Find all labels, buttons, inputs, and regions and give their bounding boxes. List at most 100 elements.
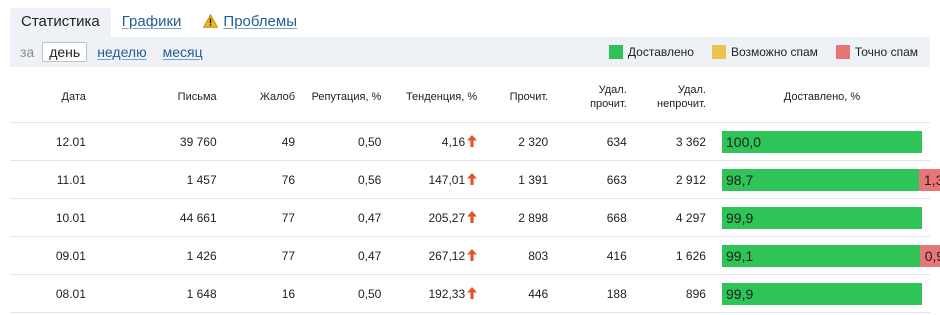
cell-complaints: 77 — [224, 236, 304, 275]
cell-read-value: 1 391 — [518, 172, 549, 187]
cell-deleted-unread-value: 2 912 — [675, 172, 706, 187]
arrow-up-icon — [467, 134, 478, 147]
cell-deleted-unread: 896 — [634, 274, 714, 313]
cell-complaints: 16 — [224, 274, 304, 313]
col-header-date: Дата — [10, 72, 94, 123]
legend-swatch-yellow — [711, 45, 726, 59]
delivered-segment: 98,7 — [722, 168, 920, 191]
cell-read: 1 391 — [485, 160, 557, 199]
cell-deleted-unread-value: 3 362 — [675, 134, 706, 149]
legend-item-spam: Точно спам — [835, 45, 918, 59]
table-header-row: Дата Письма Жалоб Репутация, % Тенденция… — [10, 72, 930, 123]
period-day-button[interactable]: день — [42, 42, 88, 62]
period-month-link[interactable]: месяц — [163, 44, 203, 60]
cell-trend-value: 4,16 — [441, 134, 466, 149]
cell-letters-value: 39 760 — [179, 134, 217, 149]
cell-complaints: 77 — [224, 198, 304, 237]
cell-read: 2 898 — [485, 198, 557, 237]
table-body: 12.01 39 760 49 0,50 4,16 2 320 634 3 362 100,0 1… — [10, 122, 940, 313]
cell-deleted-read-value: 188 — [606, 286, 627, 301]
arrow-up-icon — [467, 172, 478, 185]
col-header-deleted-unread: Удал. непрочит. — [634, 72, 714, 123]
delivered-segment: 99,9 — [722, 282, 922, 305]
stats-table: Дата Письма Жалоб Репутация, % Тенденция… — [10, 72, 940, 313]
cell-reputation: 0,56 — [303, 160, 390, 199]
period-week-link[interactable]: неделю — [97, 44, 146, 60]
period-prefix: за — [20, 44, 35, 60]
legend-label: Доставлено — [627, 45, 694, 59]
cell-letters-value: 1 648 — [186, 286, 217, 301]
table-row: 09.01 1 426 77 0,47 267,12 803 416 1 626 99,10,9 — [10, 236, 940, 275]
delivered-segment: 100,0 — [722, 130, 922, 153]
tab-problems[interactable]: Проблемы — [192, 8, 308, 37]
legend: Доставлено Возможно спам Точно спам — [591, 45, 930, 59]
cell-read-value: 446 — [528, 286, 549, 301]
cell-reputation-value: 0,47 — [357, 248, 382, 263]
col-header-trend: Тенденция, % — [389, 72, 486, 123]
cell-read-value: 803 — [528, 248, 549, 263]
cell-complaints-value: 76 — [281, 172, 296, 187]
cell-read-value: 2 320 — [518, 134, 549, 149]
cell-deleted-read: 188 — [556, 274, 635, 313]
cell-reputation-value: 0,50 — [357, 134, 382, 149]
delivered-segment: 99,1 — [722, 244, 921, 267]
cell-deleted-read: 663 — [556, 160, 635, 199]
legend-item-delivered: Доставлено — [608, 45, 694, 59]
arrow-up-icon — [467, 248, 478, 261]
cell-deleted-unread: 3 362 — [634, 122, 714, 161]
cell-date: 11.01 — [10, 160, 94, 199]
cell-delivered: 98,7 1,3 — [713, 160, 940, 199]
cell-reputation: 0,47 — [303, 198, 390, 237]
spam-segment: 1,3 — [919, 168, 940, 191]
col-header-reputation: Репутация, % — [303, 72, 390, 123]
cell-complaints: 49 — [224, 122, 304, 161]
legend-label: Точно спам — [854, 45, 918, 59]
cell-date: 10.01 — [10, 198, 94, 237]
delivered-segment: 99,9 — [722, 206, 922, 229]
cell-date-value: 09.01 — [55, 248, 86, 263]
legend-label: Возможно спам — [730, 45, 818, 59]
tab-charts[interactable]: Графики — [111, 8, 193, 37]
cell-delivered: 99,9 — [713, 198, 930, 237]
cell-deleted-unread-value: 1 626 — [675, 248, 706, 263]
cell-letters-value: 44 661 — [179, 210, 217, 225]
col-header-complaints: Жалоб — [224, 72, 304, 123]
cell-letters-value: 1 426 — [186, 248, 217, 263]
col-header-deleted-read: Удал. прочит. — [556, 72, 635, 123]
warning-icon — [203, 14, 219, 28]
col-header-read: Прочит. — [485, 72, 557, 123]
delivery-bar: 99,10,9 — [722, 244, 940, 267]
cell-trend: 192,33 — [389, 274, 486, 313]
cell-deleted-read: 668 — [556, 198, 635, 237]
cell-deleted-unread: 2 912 — [634, 160, 714, 199]
cell-deleted-unread: 4 297 — [634, 198, 714, 237]
cell-letters: 1 648 — [93, 274, 225, 313]
cell-reputation-value: 0,56 — [357, 172, 382, 187]
cell-deleted-read: 416 — [556, 236, 635, 275]
cell-delivered: 100,0 — [713, 122, 930, 161]
cell-deleted-unread: 1 626 — [634, 236, 714, 275]
cell-letters: 39 760 — [93, 122, 225, 161]
cell-deleted-read-value: 668 — [606, 210, 627, 225]
tab-statistics[interactable]: Статистика — [10, 8, 111, 37]
cell-deleted-read: 634 — [556, 122, 635, 161]
cell-read-value: 2 898 — [518, 210, 549, 225]
delivery-bar: 100,0 — [722, 130, 922, 153]
cell-reputation: 0,47 — [303, 236, 390, 275]
header-text: Удал. непрочит. — [657, 84, 706, 110]
cell-reputation: 0,50 — [303, 122, 390, 161]
legend-swatch-red — [835, 45, 850, 59]
cell-trend-value: 192,33 — [428, 286, 466, 301]
tab-bar: Статистика Графики Проблемы — [10, 8, 308, 37]
delivery-bar: 99,9 — [722, 282, 922, 305]
cell-trend: 4,16 — [389, 122, 486, 161]
arrow-up-icon — [467, 210, 478, 223]
cell-letters: 44 661 — [93, 198, 225, 237]
col-header-letters: Письма — [93, 72, 225, 123]
cell-date: 08.01 — [10, 274, 94, 313]
cell-trend: 147,01 — [389, 160, 486, 199]
cell-date: 09.01 — [10, 236, 94, 275]
cell-letters-value: 1 457 — [186, 172, 217, 187]
delivery-bar: 99,9 — [722, 206, 922, 229]
cell-trend: 267,12 — [389, 236, 486, 275]
